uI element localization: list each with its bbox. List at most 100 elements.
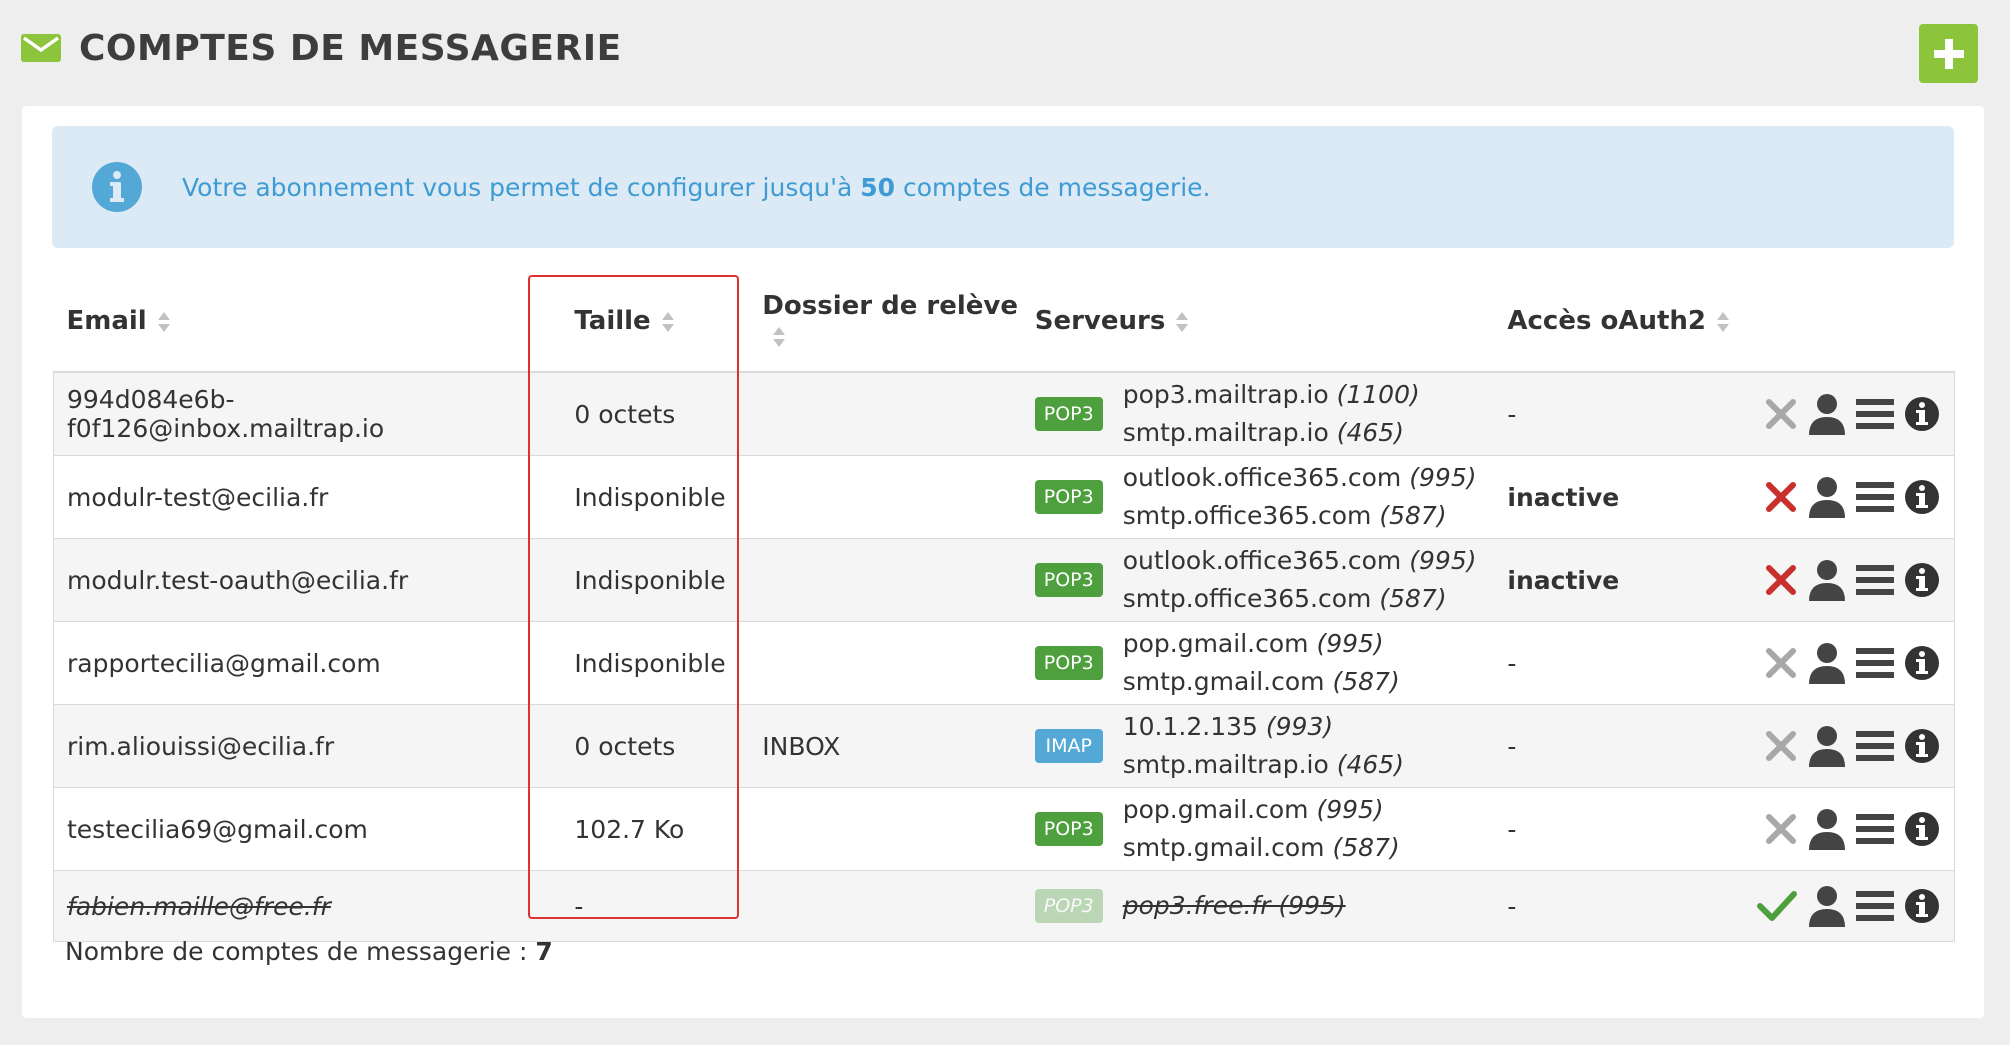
menu-icon[interactable] — [1856, 397, 1894, 431]
outgoing-server: smtp.office365.com (587) — [1122, 584, 1447, 613]
column-header-folder[interactable]: Dossier de relève — [749, 271, 1022, 373]
alert-count: 50 — [860, 172, 896, 202]
plus-icon — [1933, 38, 1964, 69]
outgoing-server: smtp.mailtrap.io (465) — [1122, 750, 1404, 779]
menu-icon[interactable] — [1856, 480, 1894, 514]
oauth-cell: inactive — [1494, 538, 1733, 622]
user-icon[interactable] — [1808, 393, 1846, 435]
incoming-server: 10.1.2.135 (993) — [1122, 712, 1334, 741]
email-cell: modulr.test-oauth@ecilia.fr — [53, 538, 547, 622]
outgoing-server: smtp.gmail.com (587) — [1122, 667, 1400, 696]
table-row: modulr.test-oauth@ecilia.fr Indisponible… — [53, 538, 1955, 622]
email-cell: modulr-test@ecilia.fr — [53, 455, 547, 539]
info-icon[interactable] — [1904, 811, 1940, 847]
table-row: testecilia69@gmail.com 102.7 Ko POP3 pop… — [53, 787, 1955, 871]
disable-x-icon[interactable] — [1764, 812, 1798, 846]
info-icon[interactable] — [1904, 888, 1940, 924]
servers-cell: POP3 pop.gmail.com (995) smtp.gmail.com … — [1021, 787, 1495, 871]
menu-icon[interactable] — [1856, 646, 1894, 680]
folder-cell — [749, 371, 1022, 456]
oauth-cell: - — [1494, 371, 1733, 456]
incoming-server: pop3.mailtrap.io (1100) — [1122, 380, 1420, 409]
folder-cell — [749, 538, 1022, 622]
column-header-servers[interactable]: Serveurs — [1021, 271, 1495, 373]
info-icon[interactable] — [1904, 479, 1940, 515]
email-cell: testecilia69@gmail.com — [53, 787, 547, 871]
incoming-server: outlook.office365.com (995) — [1122, 546, 1477, 575]
alert-text: Votre abonnement vous permet de configur… — [182, 172, 1211, 202]
sort-icon — [773, 326, 786, 347]
sort-icon — [1176, 311, 1189, 332]
email-cell: 994d084e6b-f0f126@inbox.mailtrap.io — [53, 371, 547, 456]
table-row-disabled: fabien.maille@free.fr - POP3 pop3.free.f… — [53, 870, 1955, 942]
folder-cell — [749, 787, 1022, 871]
menu-icon[interactable] — [1856, 889, 1894, 923]
disable-x-icon[interactable] — [1764, 646, 1798, 680]
folder-cell — [749, 621, 1022, 705]
servers-cell: IMAP 10.1.2.135 (993) smtp.mailtrap.io (… — [1021, 704, 1495, 788]
table-row: rapportecilia@gmail.com Indisponible POP… — [53, 621, 1955, 705]
disable-x-icon[interactable] — [1764, 563, 1798, 597]
actions-cell — [1733, 621, 1955, 705]
user-icon[interactable] — [1808, 476, 1846, 518]
incoming-server: pop.gmail.com (995) — [1122, 629, 1384, 658]
oauth-cell: - — [1494, 621, 1733, 705]
table-row: rim.aliouissi@ecilia.fr 0 octets INBOX I… — [53, 704, 1955, 788]
protocol-badge: IMAP — [1034, 729, 1103, 763]
actions-cell — [1733, 704, 1955, 788]
info-icon[interactable] — [1904, 645, 1940, 681]
actions-cell — [1733, 870, 1955, 942]
column-header-oauth[interactable]: Accès oAuth2 — [1494, 271, 1733, 373]
protocol-badge: POP3 — [1034, 646, 1103, 680]
info-icon — [92, 162, 142, 212]
folder-cell: INBOX — [749, 704, 1022, 788]
envelope-icon — [21, 34, 61, 62]
email-cell: rapportecilia@gmail.com — [53, 621, 547, 705]
table-row: modulr-test@ecilia.fr Indisponible POP3 … — [53, 455, 1955, 539]
protocol-badge: POP3 — [1034, 563, 1103, 597]
page-title: COMPTES DE MESSAGERIE — [79, 27, 622, 69]
column-header-email[interactable]: Email — [53, 271, 547, 373]
info-icon[interactable] — [1904, 396, 1940, 432]
table-row: 994d084e6b-f0f126@inbox.mailtrap.io 0 oc… — [53, 371, 1955, 456]
oauth-cell: - — [1494, 787, 1733, 871]
servers-cell: POP3 outlook.office365.com (995) smtp.of… — [1021, 455, 1495, 539]
menu-icon[interactable] — [1856, 812, 1894, 846]
email-cell: rim.aliouissi@ecilia.fr — [53, 704, 547, 788]
oauth-cell: inactive — [1494, 455, 1733, 539]
add-account-button[interactable] — [1919, 24, 1978, 83]
servers-cell: POP3 pop3.mailtrap.io (1100) smtp.mailtr… — [1021, 371, 1495, 456]
servers-cell: POP3 pop.gmail.com (995) smtp.gmail.com … — [1021, 621, 1495, 705]
protocol-badge: POP3 — [1034, 812, 1103, 846]
user-icon[interactable] — [1808, 642, 1846, 684]
user-icon[interactable] — [1808, 885, 1846, 927]
disable-x-icon[interactable] — [1764, 480, 1798, 514]
menu-icon[interactable] — [1856, 729, 1894, 763]
enable-check-icon[interactable] — [1756, 889, 1798, 923]
incoming-server: outlook.office365.com (995) — [1122, 463, 1477, 492]
actions-cell — [1733, 455, 1955, 539]
user-icon[interactable] — [1808, 559, 1846, 601]
actions-cell — [1733, 787, 1955, 871]
protocol-badge: POP3 — [1034, 480, 1103, 514]
user-icon[interactable] — [1808, 808, 1846, 850]
disable-x-icon[interactable] — [1764, 397, 1798, 431]
info-icon[interactable] — [1904, 728, 1940, 764]
menu-icon[interactable] — [1856, 563, 1894, 597]
outgoing-server: smtp.gmail.com (587) — [1122, 833, 1400, 862]
info-icon[interactable] — [1904, 562, 1940, 598]
protocol-badge: POP3 — [1034, 889, 1103, 923]
account-count: Nombre de comptes de messagerie : 7 — [65, 937, 553, 966]
sort-icon — [1717, 311, 1730, 332]
outgoing-server: smtp.mailtrap.io (465) — [1122, 418, 1404, 447]
protocol-badge: POP3 — [1034, 397, 1103, 431]
outgoing-server: smtp.office365.com (587) — [1122, 501, 1447, 530]
user-icon[interactable] — [1808, 725, 1846, 767]
disable-x-icon[interactable] — [1764, 729, 1798, 763]
oauth-cell: - — [1494, 704, 1733, 788]
incoming-server: pop3.free.fr (995) — [1122, 891, 1346, 920]
actions-cell — [1733, 371, 1955, 456]
size-column-highlight — [528, 275, 739, 919]
accounts-panel: Votre abonnement vous permet de configur… — [22, 106, 1984, 1018]
page-header: COMPTES DE MESSAGERIE — [21, 18, 622, 78]
